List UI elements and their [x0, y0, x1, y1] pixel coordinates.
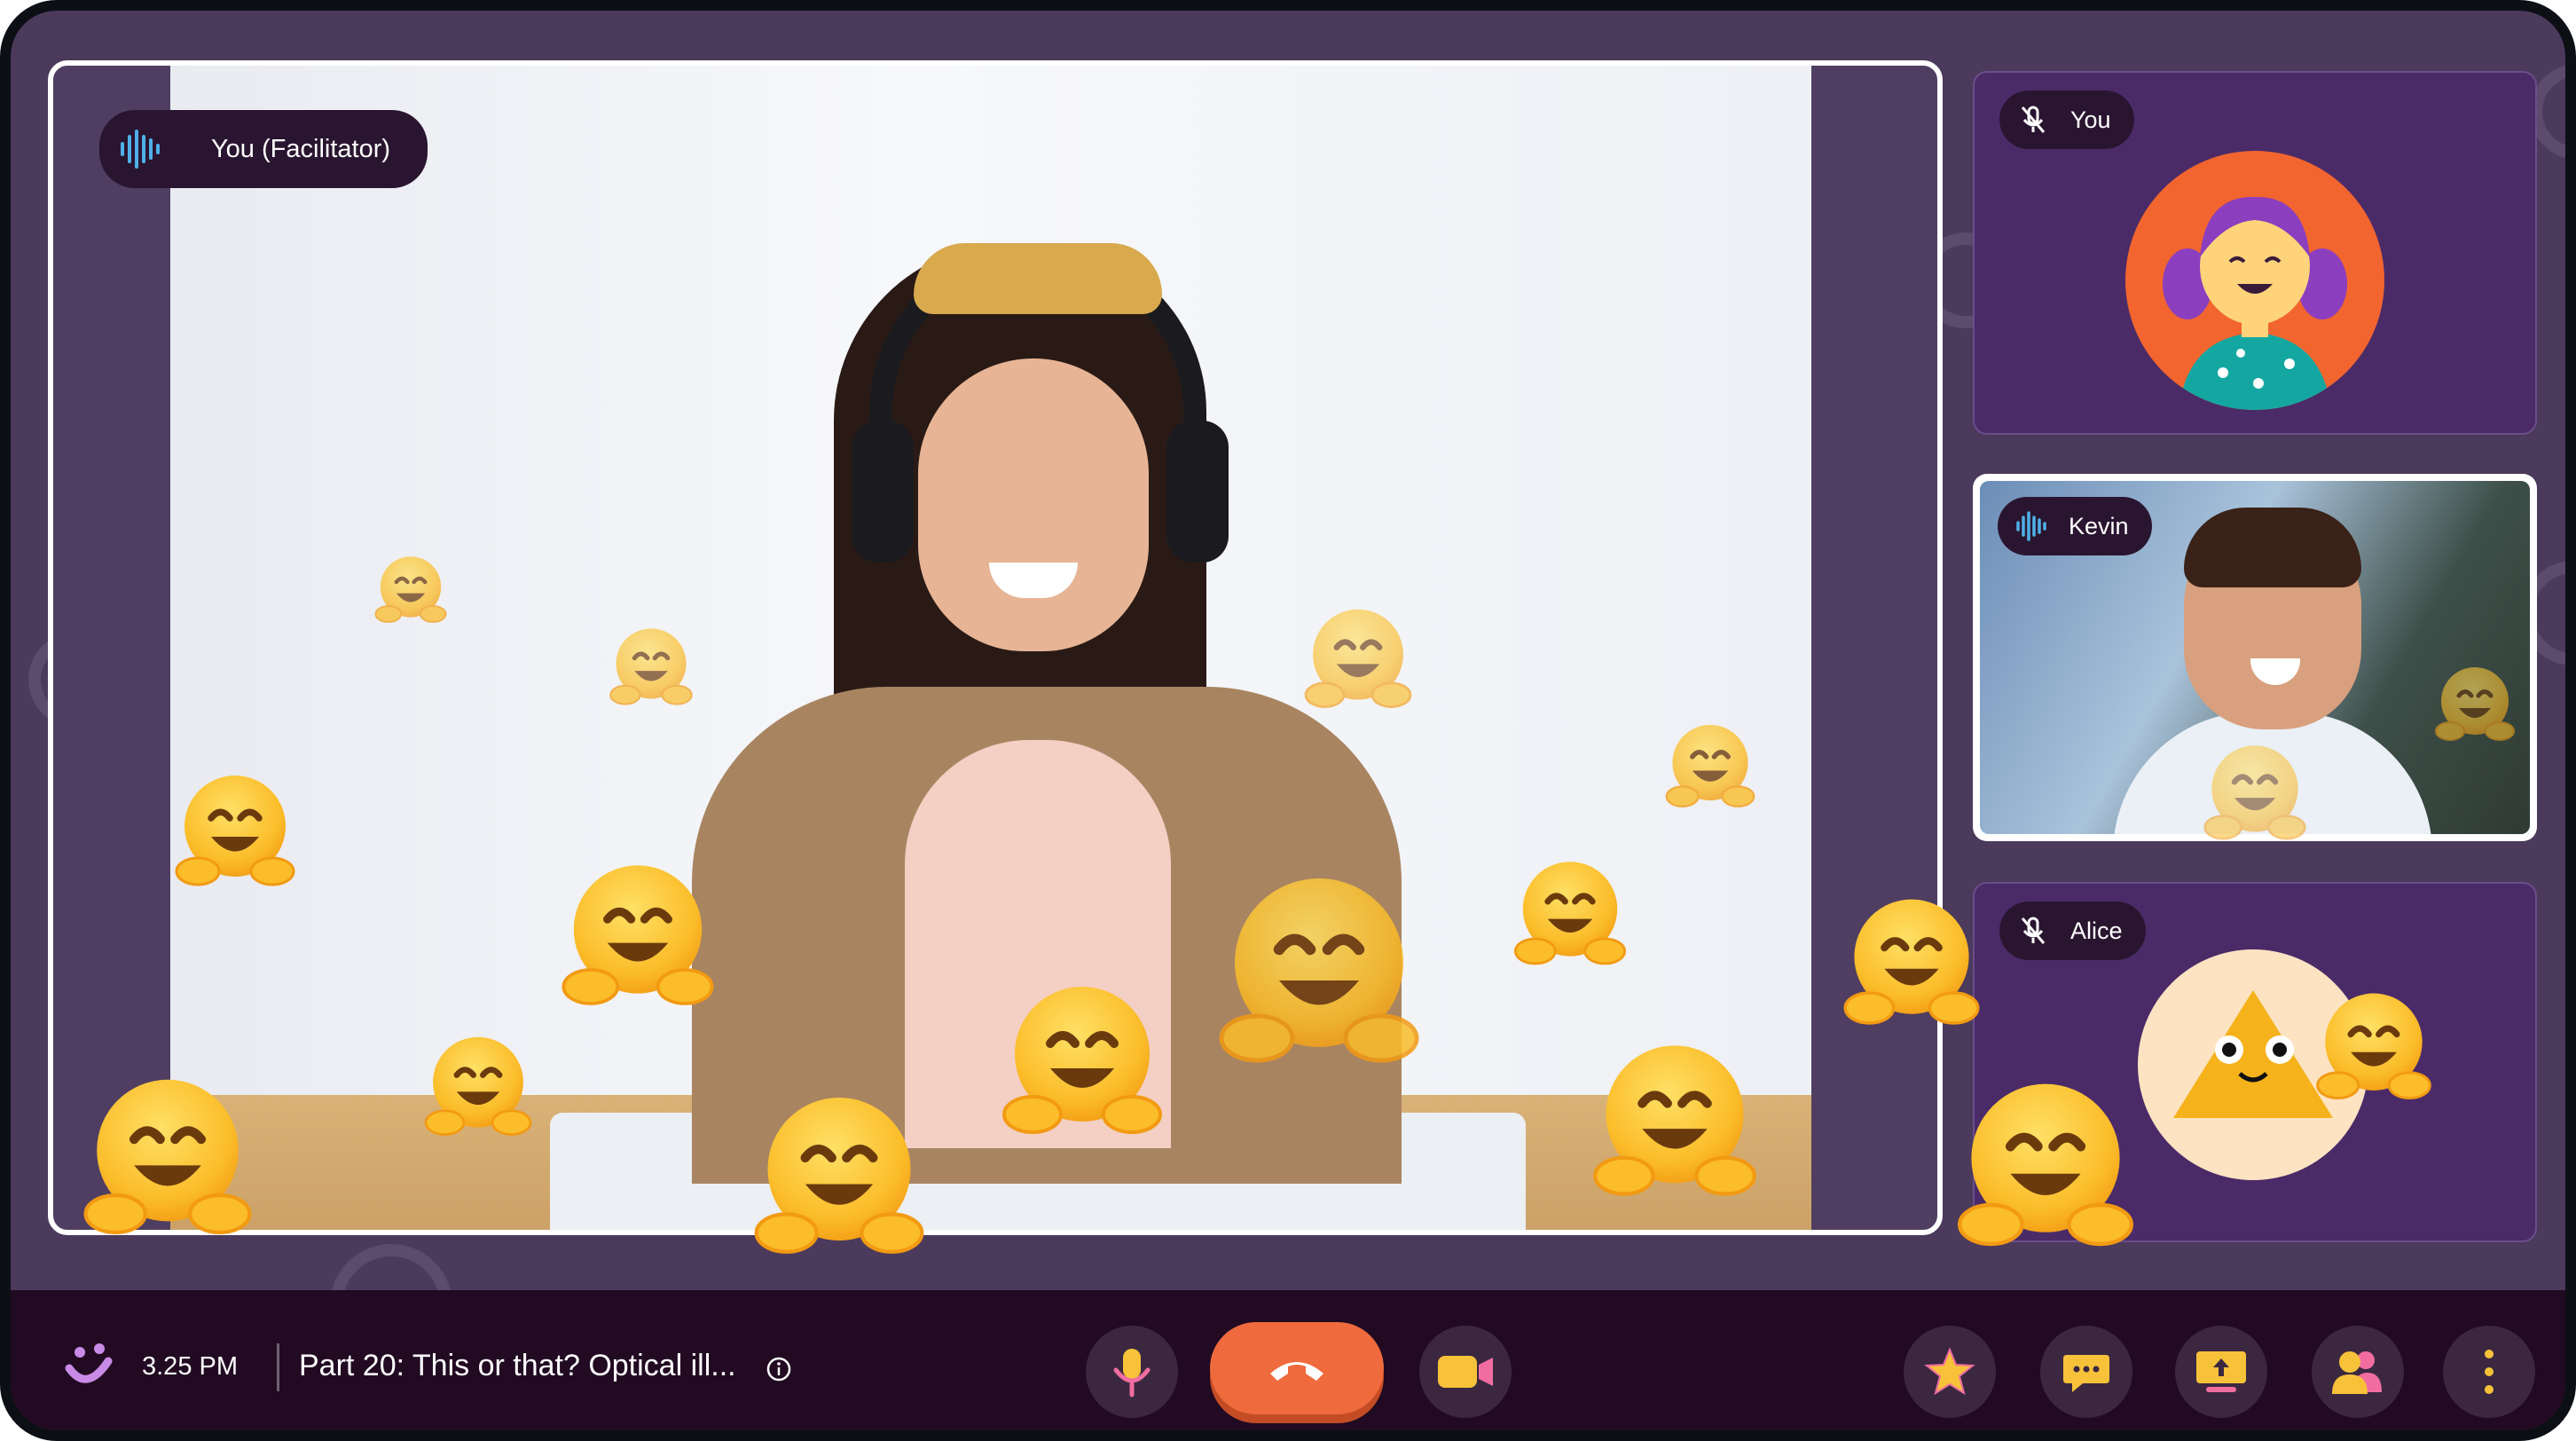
participants-icon: [2332, 1351, 2382, 1394]
hugging-face-icon: [75, 1065, 261, 1251]
hugging-face-icon: [371, 550, 451, 630]
hugging-face-icon: [605, 621, 697, 713]
participant-name-kevin: Kevin: [2069, 512, 2129, 539]
hugging-face-icon: [169, 765, 302, 898]
headphones-right: [1166, 421, 1229, 563]
hugging-face-icon: [993, 972, 1171, 1150]
chat-bubble-icon: [2063, 1355, 2109, 1392]
hugging-face-icon: [2198, 736, 2312, 850]
clock-time: 3.25 PM: [142, 1352, 238, 1381]
hugging-face-icon: [1948, 1068, 2143, 1264]
camera-button[interactable]: [1419, 1326, 1512, 1418]
bar-divider: [277, 1343, 279, 1391]
girl-avatar-icon: [2125, 151, 2384, 410]
participant-label-alice: Alice: [1999, 902, 2146, 960]
bottom-control-bar: 3.25 PM Part 20: This or that? Optical i…: [11, 1290, 2565, 1430]
main-participant-name: You (Facilitator): [211, 134, 391, 163]
hugging-face-icon: [419, 1028, 538, 1146]
participant-name-you: You: [2070, 106, 2111, 133]
participants-button[interactable]: [2312, 1326, 2404, 1418]
mic-button[interactable]: [1086, 1326, 1178, 1418]
session-title: Part 20: This or that? Optical ill...: [299, 1349, 736, 1382]
more-options-button[interactable]: [2443, 1326, 2535, 1418]
audio-wave-icon: [121, 130, 160, 169]
hugging-face-icon: [1836, 887, 1987, 1038]
hugging-face-icon: [2310, 983, 2438, 1111]
hugging-face-icon: [1299, 600, 1418, 719]
participant-label-you: You: [1999, 91, 2134, 149]
hugging-face-icon: [1208, 861, 1430, 1083]
hugging-face-icon: [1508, 852, 1632, 976]
chat-button[interactable]: [2040, 1326, 2132, 1418]
meeting-window: You (Facilitator) You Kevin Alice 3.25 P…: [0, 0, 2576, 1441]
mic-muted-icon: [2021, 106, 2046, 133]
screen-share-icon: [2196, 1351, 2246, 1392]
hugging-face-icon: [2431, 660, 2519, 749]
phone-hangup-icon: [1270, 1362, 1323, 1381]
participant-tile-you[interactable]: You: [1973, 71, 2537, 435]
more-vertical-icon: [2485, 1350, 2494, 1394]
hugging-face-icon: [554, 852, 722, 1020]
info-icon[interactable]: [766, 1357, 791, 1382]
end-call-button[interactable]: [1210, 1322, 1384, 1414]
mic-muted-icon: [2021, 917, 2046, 944]
share-screen-button[interactable]: [2175, 1326, 2267, 1418]
main-participant-label: You (Facilitator): [99, 110, 428, 188]
hugging-face-icon: [1584, 1031, 1765, 1212]
headband: [914, 243, 1162, 314]
video-camera-icon: [1438, 1356, 1493, 1388]
hugging-face-icon: [1661, 717, 1760, 816]
audio-wave-icon: [2016, 511, 2046, 541]
reactions-button[interactable]: [1904, 1326, 1996, 1418]
star-icon: [1924, 1347, 1975, 1396]
hugging-face-icon: [745, 1083, 933, 1271]
participant-name-alice: Alice: [2070, 917, 2123, 944]
brand-logo-icon: [65, 1343, 113, 1383]
kevin-hair: [2184, 508, 2361, 587]
participant-label-kevin: Kevin: [1998, 497, 2152, 555]
microphone-icon: [1113, 1349, 1151, 1398]
headphones-left: [852, 421, 914, 563]
